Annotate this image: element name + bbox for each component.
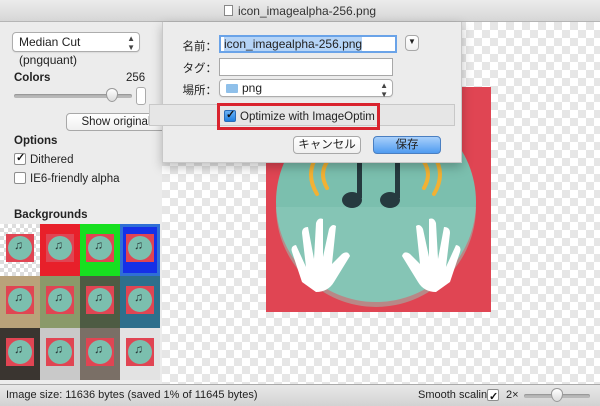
colors-label: Colors <box>14 72 51 84</box>
bg-swatch-dark-stone[interactable] <box>0 328 40 380</box>
document-icon <box>223 5 233 16</box>
save-dialog-sheet: 名前： icon_imagealpha-256.png ▼ タグ： 場所： pn… <box>149 22 462 163</box>
filename-field[interactable]: icon_imagealpha-256.png <box>219 35 397 53</box>
smooth-scaling-checkbox[interactable] <box>487 387 499 406</box>
bg-swatch-sand[interactable] <box>0 276 40 328</box>
colors-value: 256 <box>126 72 146 84</box>
cancel-button[interactable]: キャンセル <box>293 136 361 154</box>
ie6-checkbox[interactable] <box>14 172 26 184</box>
zoom-slider-knob[interactable] <box>551 388 563 402</box>
bg-swatch-white[interactable] <box>120 328 160 380</box>
zoom-label: 2× <box>506 389 519 401</box>
bg-swatch-moss[interactable] <box>80 276 120 328</box>
stepper-arrows-icon: ▲ ▼ <box>127 34 135 52</box>
name-label: 名前： <box>182 41 218 53</box>
dithered-checkbox[interactable] <box>14 151 26 165</box>
ie6-option[interactable]: IE6-friendly alpha <box>14 172 120 186</box>
expand-dialog-button[interactable]: ▼ <box>405 35 419 51</box>
save-button[interactable]: 保存 <box>373 136 441 154</box>
filename-value: icon_imagealpha-256.png <box>224 37 363 51</box>
bg-swatch-red[interactable] <box>40 224 80 276</box>
optimize-checkbox[interactable] <box>224 108 236 122</box>
bg-swatch-green[interactable] <box>80 224 120 276</box>
bg-swatch-grass[interactable] <box>40 276 80 328</box>
dithered-option[interactable]: Dithered <box>14 151 74 167</box>
bg-swatch-light-gray[interactable] <box>40 328 80 380</box>
colors-stepper[interactable] <box>136 87 146 105</box>
image-size-text: Image size: 11636 bytes (saved 1% of 116… <box>6 389 258 401</box>
window-title: icon_imagealpha-256.png <box>237 4 377 18</box>
bg-swatch-rock[interactable] <box>80 328 120 380</box>
dithered-label: Dithered <box>30 154 74 166</box>
bg-swatch-checker[interactable] <box>0 224 40 276</box>
folder-icon <box>226 84 238 93</box>
smooth-scaling-label: Smooth scaling <box>418 389 494 401</box>
status-bar: Image size: 11636 bytes (saved 1% of 116… <box>0 384 600 406</box>
options-label: Options <box>14 135 58 147</box>
title-bar: icon_imagealpha-256.png <box>0 0 600 22</box>
location-select[interactable]: png ▲ ▼ <box>219 79 393 99</box>
colors-slider-knob[interactable] <box>106 88 118 102</box>
tags-field[interactable] <box>219 58 393 76</box>
optimize-option[interactable]: Optimize with ImageOptim <box>224 108 375 124</box>
backgrounds-grid <box>0 224 162 384</box>
tags-label: タグ： <box>182 63 218 75</box>
location-value: png <box>242 81 263 95</box>
backgrounds-label: Backgrounds <box>14 209 88 221</box>
stepper-arrows-icon: ▲ ▼ <box>380 81 388 99</box>
ie6-label: IE6-friendly alpha <box>30 173 120 185</box>
location-label: 場所： <box>182 85 218 97</box>
quantizer-value: Median Cut (pngquant) <box>19 35 81 67</box>
imagealpha-window: icon_imagealpha-256.png Median Cut (pngq… <box>0 0 600 406</box>
bg-swatch-water[interactable] <box>120 276 160 328</box>
quantizer-select[interactable]: Median Cut (pngquant) ▲ ▼ <box>12 32 140 67</box>
optimize-label: Optimize with ImageOptim <box>240 111 375 123</box>
bg-swatch-blue[interactable] <box>120 224 160 276</box>
